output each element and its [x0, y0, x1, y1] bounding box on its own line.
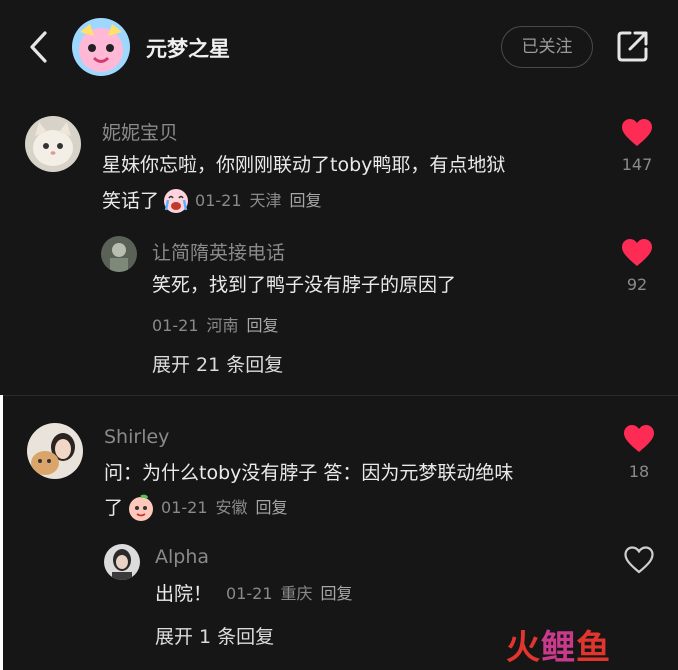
like-heart-icon[interactable]: [622, 239, 652, 271]
commenter-avatar[interactable]: [27, 423, 83, 479]
peach-emoji-icon: [127, 494, 155, 522]
reply-meta: 01-21 重庆 回复: [226, 577, 353, 611]
share-external-icon[interactable]: [616, 29, 650, 63]
comment-text-line2-content: 笑话了: [102, 190, 160, 212]
reply-link[interactable]: 回复: [247, 316, 279, 335]
reply-link[interactable]: 回复: [256, 498, 288, 517]
commenter-name[interactable]: Shirley: [104, 426, 169, 448]
reply-location: 重庆: [280, 584, 313, 603]
like-heart-icon[interactable]: [624, 425, 654, 457]
comment-text-line1: 问：为什么toby没有脖子 答：因为元梦联动绝味: [104, 462, 514, 484]
reply-date: 01-21: [226, 584, 273, 603]
comment-date: 01-21: [195, 191, 242, 210]
replier-avatar[interactable]: [104, 544, 140, 580]
comment-date: 01-21: [161, 498, 208, 517]
left-edge-bar: [0, 395, 3, 670]
commenter-name[interactable]: 妮妮宝贝: [102, 118, 178, 145]
comment-meta: 01-21 天津 回复: [195, 184, 322, 218]
replier-name[interactable]: 让简隋英接电话: [152, 238, 285, 265]
reply-meta: 01-21 河南 回复: [152, 312, 279, 336]
like-heart-icon[interactable]: [622, 119, 652, 151]
watermark-logo: 火鲤鱼: [506, 628, 611, 668]
comment-text-line1: 星妹你忘啦，你刚刚联动了toby鸭耶，有点地狱: [102, 154, 506, 176]
reply-link[interactable]: 回复: [290, 191, 322, 210]
expand-replies-button[interactable]: 展开 1 条回复: [155, 622, 274, 649]
page-title: 元梦之星: [146, 37, 230, 61]
replier-avatar[interactable]: [101, 236, 137, 272]
section-divider: [3, 395, 678, 396]
like-heart-outline-icon[interactable]: [624, 546, 654, 578]
reply-location: 河南: [206, 316, 239, 335]
replier-name[interactable]: Alpha: [155, 546, 209, 568]
comment-text-line2-content: 了: [104, 497, 124, 519]
comment-text-line2: 了 01-21 安徽 回复: [104, 491, 288, 525]
reply-link[interactable]: 回复: [321, 584, 353, 603]
expand-replies-button[interactable]: 展开 21 条回复: [152, 350, 283, 377]
reply-text: 笑死，找到了鸭子没有脖子的原因了: [152, 274, 457, 296]
reply-text-row: 出院！ 01-21 重庆 回复: [155, 577, 353, 611]
like-count: 92: [626, 275, 648, 294]
back-chevron-icon[interactable]: [26, 30, 52, 64]
account-avatar[interactable]: [72, 18, 130, 76]
comment-meta: 01-21 安徽 回复: [161, 491, 288, 525]
reply-text: 出院！: [155, 583, 213, 605]
like-count: 18: [628, 462, 650, 481]
reply-date: 01-21: [152, 316, 199, 335]
commenter-avatar[interactable]: [25, 116, 81, 172]
comment-location: 天津: [249, 191, 282, 210]
comment-text-line2: 笑话了 01-21 天津 回复: [102, 184, 322, 218]
follow-button[interactable]: 已关注: [501, 26, 593, 68]
like-count: 147: [621, 155, 653, 174]
crying-emoji-icon: [163, 188, 189, 214]
comment-location: 安徽: [215, 498, 248, 517]
